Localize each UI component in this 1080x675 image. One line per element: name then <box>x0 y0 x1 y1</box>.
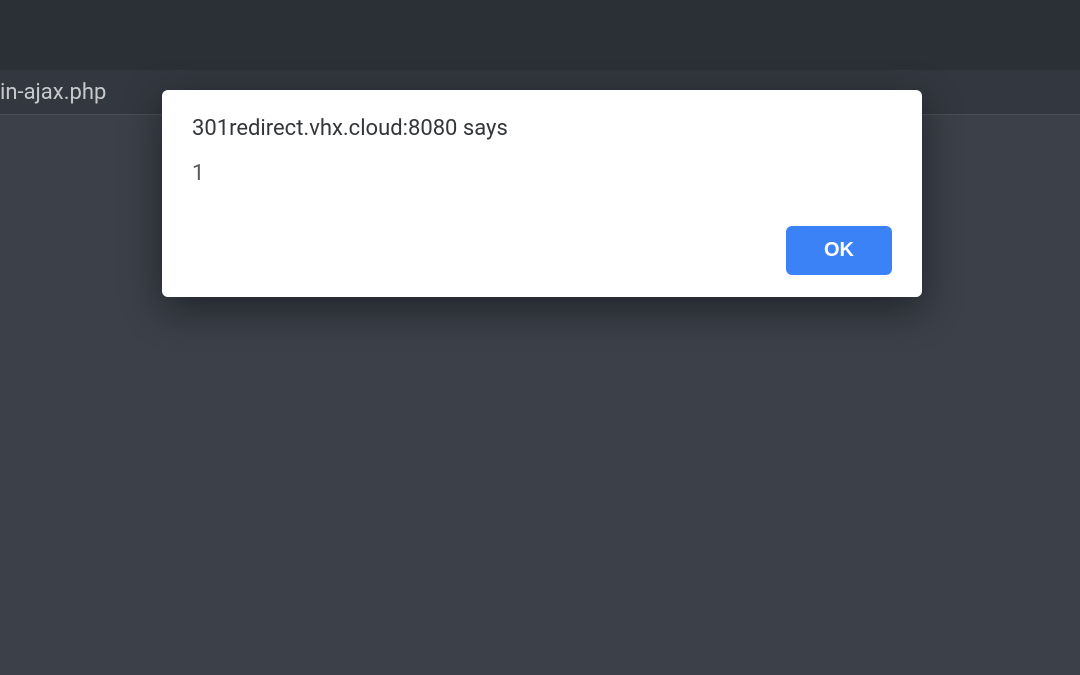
browser-topbar <box>0 0 1080 70</box>
dialog-title: 301redirect.vhx.cloud:8080 says <box>192 116 892 141</box>
ok-button[interactable]: OK <box>786 226 892 275</box>
dialog-actions: OK <box>192 226 892 275</box>
javascript-alert-dialog: 301redirect.vhx.cloud:8080 says 1 OK <box>162 90 922 297</box>
url-text: in-ajax.php <box>0 80 106 105</box>
dialog-message: 1 <box>192 161 892 186</box>
